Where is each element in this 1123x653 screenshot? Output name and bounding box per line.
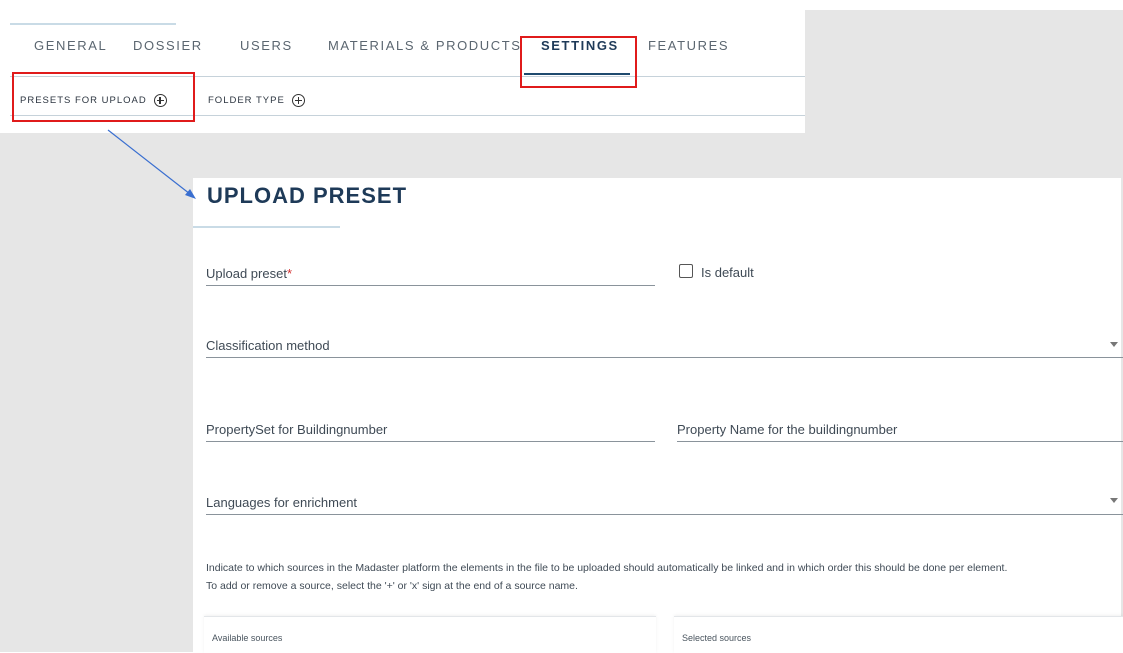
upload-preset-field[interactable]: Upload preset* — [206, 266, 655, 286]
classification-method-label: Classification method — [206, 338, 330, 353]
tab-users[interactable]: USERS — [240, 38, 293, 53]
subtab-label: FOLDER TYPE — [208, 95, 285, 106]
field-underline — [677, 441, 1123, 442]
selected-sources-panel: Selected sources — [674, 616, 1123, 653]
is-default-checkbox[interactable] — [679, 264, 693, 278]
chevron-down-icon[interactable] — [1110, 342, 1118, 347]
languages-enrichment-label: Languages for enrichment — [206, 495, 358, 510]
field-underline — [206, 285, 655, 286]
plus-circle-icon[interactable] — [291, 94, 305, 107]
backdrop-left — [0, 133, 193, 652]
highlight-settings-tab — [520, 36, 637, 88]
field-underline — [206, 441, 655, 442]
tab-materials-products[interactable]: MATERIALS & PRODUCTS — [328, 38, 522, 53]
sources-help-text: Indicate to which sources in the Madaste… — [206, 559, 1121, 595]
help-line-1: Indicate to which sources in the Madaste… — [206, 562, 1008, 574]
available-sources-panel: Available sources — [204, 616, 656, 653]
propertyset-label: PropertySet for Buildingnumber — [206, 422, 388, 437]
property-name-buildingnumber-field[interactable]: Property Name for the buildingnumber — [677, 422, 1123, 442]
classification-method-select[interactable]: Classification method — [206, 338, 1123, 358]
highlight-presets-for-upload — [12, 72, 195, 122]
property-name-label: Property Name for the buildingnumber — [677, 422, 898, 437]
chevron-down-icon[interactable] — [1110, 498, 1118, 503]
settings-tab-bar: GENERAL DOSSIER USERS MATERIALS & PRODUC… — [0, 38, 805, 68]
field-underline — [206, 357, 1123, 358]
top-accent-line — [10, 23, 176, 25]
subtab-folder-type[interactable]: FOLDER TYPE — [208, 94, 305, 107]
languages-enrichment-select[interactable]: Languages for enrichment — [206, 495, 1123, 515]
required-marker: * — [286, 266, 293, 281]
page-title: UPLOAD PRESET — [207, 183, 408, 208]
is-default-label: Is default — [701, 265, 754, 280]
help-line-2: To add or remove a source, select the '+… — [206, 580, 578, 592]
available-sources-label: Available sources — [212, 633, 283, 643]
tab-features[interactable]: FEATURES — [648, 38, 729, 53]
tab-general[interactable]: GENERAL — [34, 38, 107, 53]
selected-sources-label: Selected sources — [682, 633, 752, 643]
upload-preset-label: Upload preset — [206, 266, 287, 281]
title-accent-line — [193, 226, 340, 228]
propertyset-buildingnumber-field[interactable]: PropertySet for Buildingnumber — [206, 422, 655, 442]
tab-dossier[interactable]: DOSSIER — [133, 38, 203, 53]
field-underline — [206, 514, 1123, 515]
